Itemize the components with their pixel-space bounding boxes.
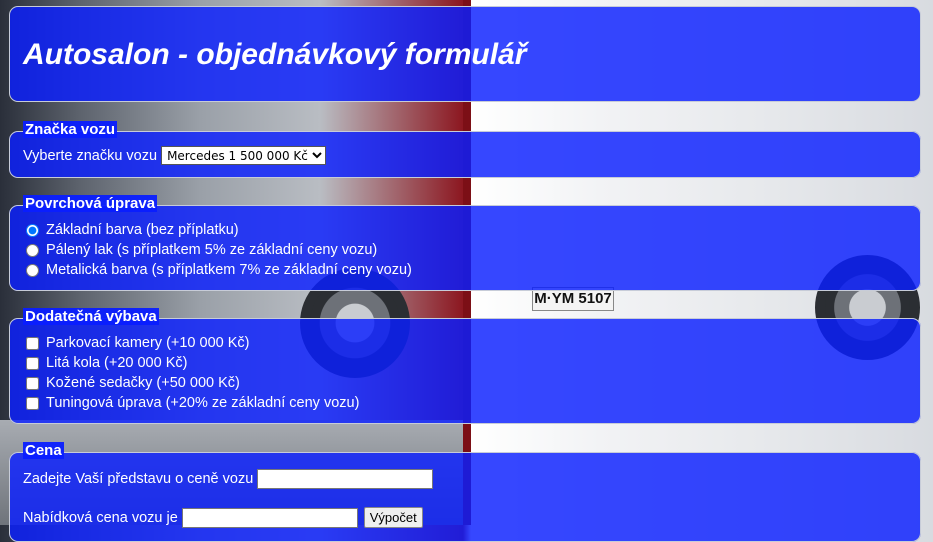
price-estimate-row: Zadejte Vaší představu o ceně vozu — [23, 469, 434, 489]
price-offer-label: Nabídková cena vozu je — [23, 509, 178, 526]
surface-fieldset: Povrchová úprava Základní barva (bez pří… — [9, 195, 921, 291]
price-fieldset: Cena Zadejte Vaší představu o ceně vozu … — [9, 442, 921, 542]
brand-fieldset: Značka vozu Vyberte značku vozu Mercedes… — [9, 121, 921, 178]
brand-legend: Značka vozu — [23, 121, 118, 138]
extras-option-tuning[interactable]: Tuningová úprava (+20% ze základní ceny … — [23, 395, 359, 411]
extras-option-label: Kožené sedačky (+50 000 Kč) — [46, 375, 240, 391]
surface-option-label: Metalická barva (s příplatkem 7% ze zákl… — [46, 262, 412, 278]
price-estimate-label: Zadejte Vaší představu o ceně vozu — [23, 471, 254, 487]
brand-select-label: Vyberte značku vozu — [23, 147, 158, 164]
extras-fieldset: Dodatečná výbava Parkovací kamery (+10 0… — [9, 308, 921, 424]
extras-checkbox-tuning[interactable] — [26, 396, 39, 410]
title-panel: Autosalon - objednávkový formulář — [9, 6, 921, 102]
page-title: Autosalon - objednávkový formulář — [23, 38, 527, 71]
extras-option-label: Parkovací kamery (+10 000 Kč) — [46, 335, 250, 351]
brand-row: Vyberte značku vozu Mercedes 1 500 000 K… — [23, 146, 327, 165]
surface-option-label: Pálený lak (s příplatkem 5% ze základní … — [46, 242, 378, 258]
surface-option-metallic[interactable]: Metalická barva (s příplatkem 7% ze zákl… — [23, 262, 412, 278]
surface-option-label: Základní barva (bez příplatku) — [46, 222, 239, 238]
brand-select[interactable]: Mercedes 1 500 000 Kč — [161, 146, 327, 165]
surface-radio-basic[interactable] — [26, 223, 39, 237]
surface-legend: Povrchová úprava — [23, 195, 158, 212]
surface-option-basic[interactable]: Základní barva (bez příplatku) — [23, 222, 239, 238]
extras-checkbox-leather[interactable] — [26, 376, 39, 390]
price-estimate-input[interactable] — [257, 469, 434, 489]
extras-checkbox-cameras[interactable] — [26, 336, 39, 350]
surface-radio-burnt[interactable] — [26, 243, 39, 257]
extras-legend: Dodatečná výbava — [23, 308, 159, 325]
extras-option-leather[interactable]: Kožené sedačky (+50 000 Kč) — [23, 375, 240, 391]
surface-radio-metallic[interactable] — [26, 263, 39, 277]
extras-option-label: Tuningová úprava (+20% ze základní ceny … — [46, 395, 360, 411]
extras-option-label: Litá kola (+20 000 Kč) — [46, 355, 188, 371]
extras-option-cameras[interactable]: Parkovací kamery (+10 000 Kč) — [23, 335, 250, 351]
surface-option-burnt[interactable]: Pálený lak (s příplatkem 5% ze základní … — [23, 242, 377, 258]
extras-option-wheels[interactable]: Litá kola (+20 000 Kč) — [23, 355, 187, 371]
price-legend: Cena — [23, 442, 64, 459]
extras-checkbox-wheels[interactable] — [26, 356, 39, 370]
